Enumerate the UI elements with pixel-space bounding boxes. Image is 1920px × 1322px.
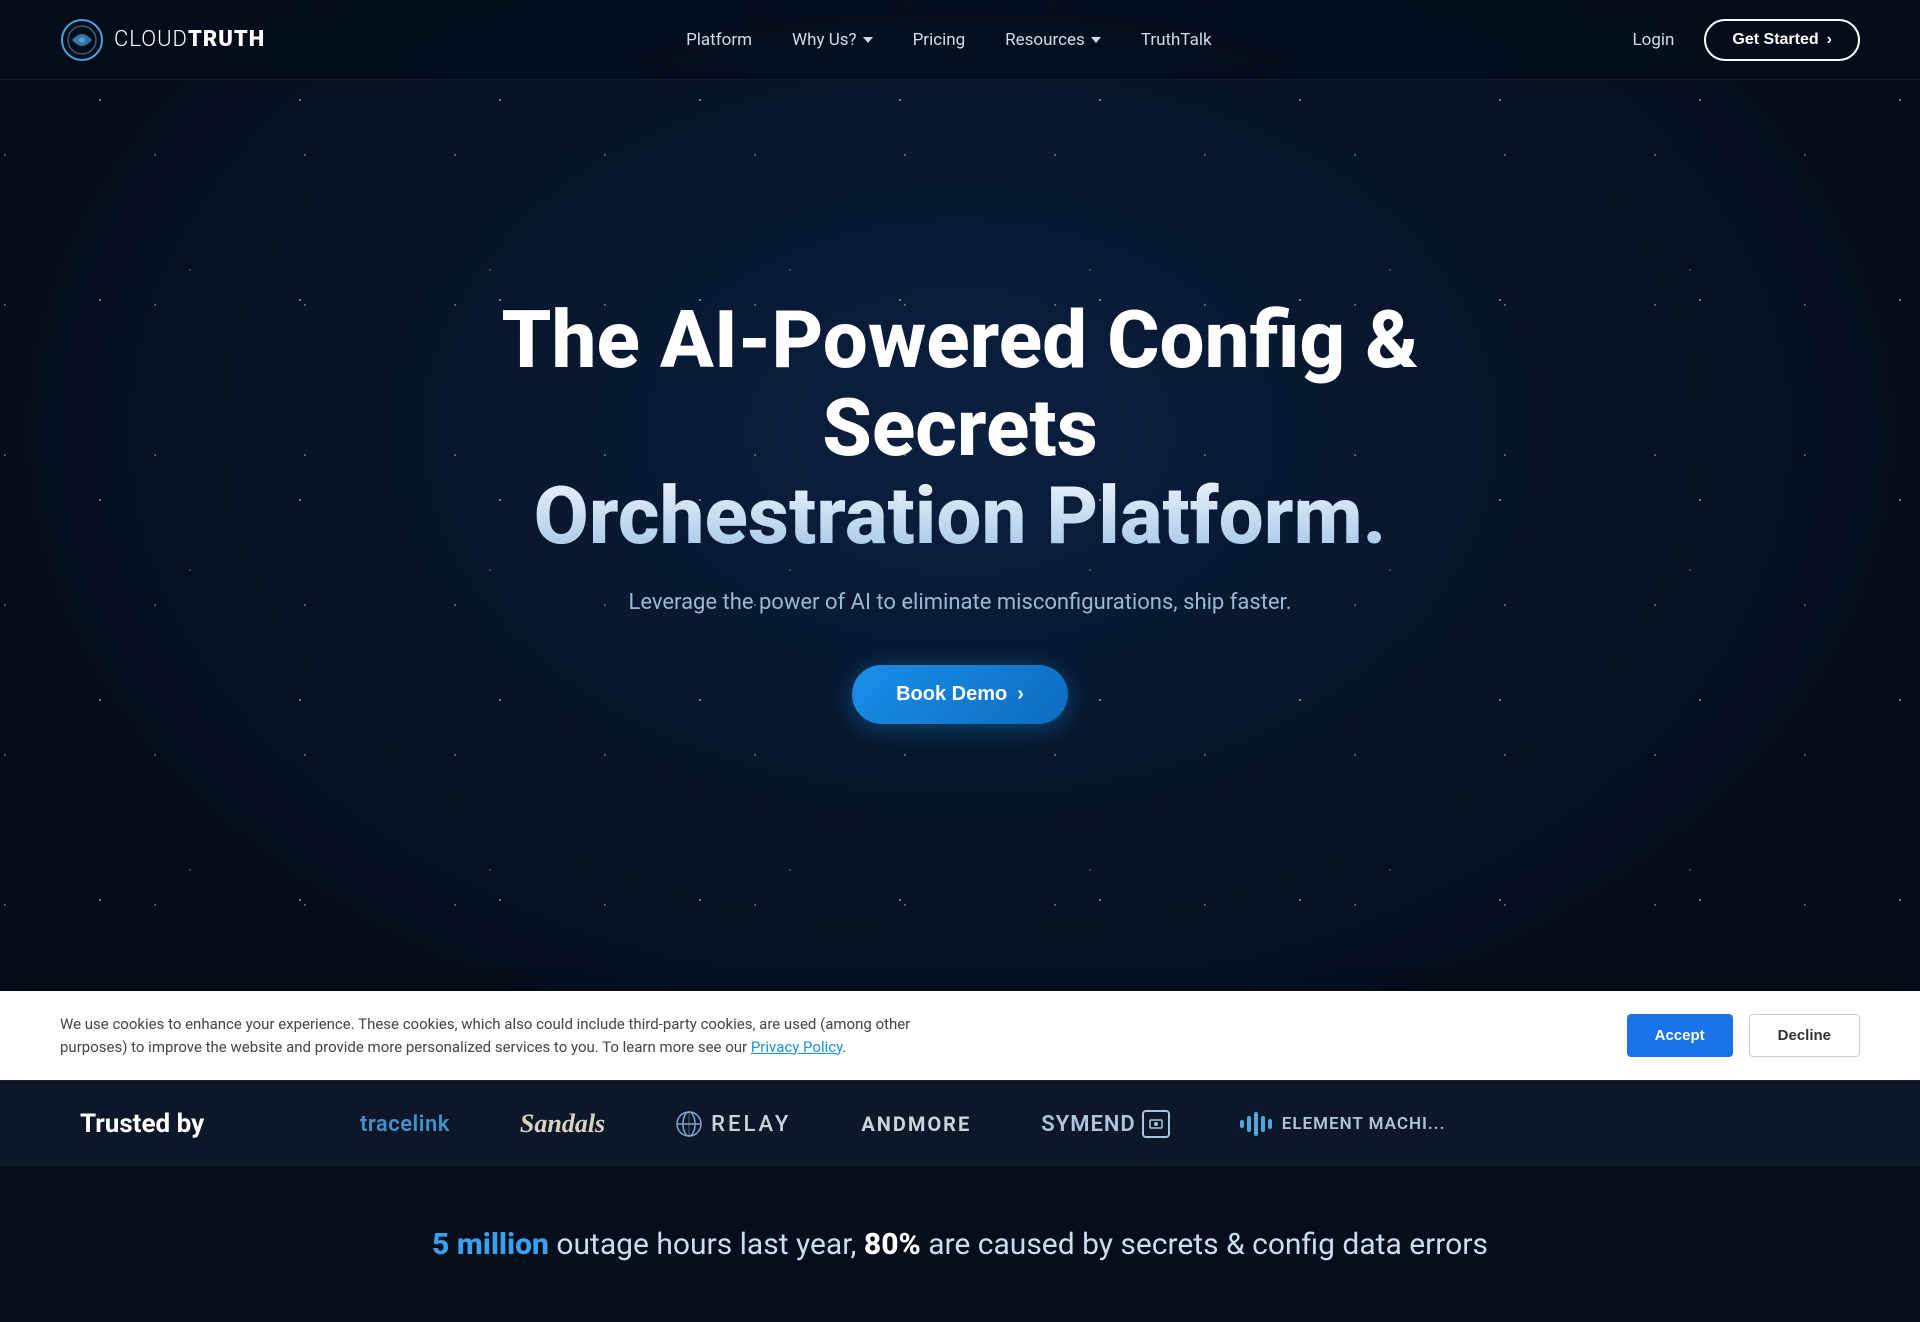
hero-section: The AI-Powered Config & Secrets Orchestr… (0, 0, 1920, 1080)
nav-pricing[interactable]: Pricing (913, 30, 966, 50)
hero-title: The AI-Powered Config & Secrets Orchestr… (410, 296, 1510, 560)
hero-subtitle: Leverage the power of AI to eliminate mi… (628, 590, 1291, 615)
cookie-banner: We use cookies to enhance your experienc… (0, 991, 1920, 1080)
chevron-down-icon (1091, 37, 1101, 43)
decline-cookie-button[interactable]: Decline (1749, 1014, 1860, 1057)
accept-cookie-button[interactable]: Accept (1627, 1014, 1733, 1057)
cloudtruth-logo-icon (60, 18, 104, 62)
privacy-policy-link[interactable]: Privacy Policy (751, 1038, 843, 1056)
navbar: CLOUDTRUTH Platform Why Us? Pricing Reso… (0, 0, 1920, 80)
stats-section: 5 million outage hours last year, 80% ar… (0, 1167, 1920, 1322)
nav-platform[interactable]: Platform (686, 30, 752, 50)
login-link[interactable]: Login (1632, 30, 1674, 50)
nav-links: Platform Why Us? Pricing Resources Truth… (686, 30, 1212, 50)
nav-right: Login Get Started › (1632, 19, 1860, 61)
stats-highlight-percent: 80% (864, 1227, 921, 1262)
symend-icon (1142, 1110, 1170, 1138)
element-bars-icon (1240, 1112, 1272, 1136)
logo-sandals: Sandals (520, 1109, 605, 1139)
arrow-icon: › (1017, 683, 1024, 706)
book-demo-button[interactable]: Book Demo › (852, 665, 1068, 724)
logo-symend: SYMEND (1041, 1110, 1170, 1138)
nav-truthtalk[interactable]: TruthTalk (1141, 30, 1212, 50)
logo-link[interactable]: CLOUDTRUTH (60, 18, 265, 62)
relay-globe-icon (675, 1110, 703, 1138)
get-started-button[interactable]: Get Started › (1704, 19, 1860, 61)
logo-tracelink: tracelink (360, 1112, 450, 1137)
logo-text: CLOUDTRUTH (114, 27, 265, 52)
cookie-buttons: Accept Decline (1627, 1014, 1860, 1057)
stats-text: 5 million outage hours last year, 80% ar… (80, 1227, 1840, 1262)
nav-resources[interactable]: Resources (1005, 30, 1101, 50)
nav-why-us[interactable]: Why Us? (792, 30, 873, 50)
logo-element-machine: ELEMENT MACHI... (1240, 1112, 1446, 1136)
stats-highlight-million: 5 million (432, 1227, 549, 1262)
trusted-by-label: Trusted by (80, 1109, 360, 1139)
arrow-icon: › (1827, 31, 1832, 49)
trusted-strip: Trusted by tracelink Sandals RELAY ANDMO… (0, 1080, 1920, 1167)
trusted-logos: tracelink Sandals RELAY ANDMORE SYMEND (360, 1109, 1840, 1139)
cookie-text: We use cookies to enhance your experienc… (60, 1013, 960, 1058)
logo-andmore: ANDMORE (861, 1112, 971, 1136)
chevron-down-icon (863, 37, 873, 43)
logo-relay: RELAY (675, 1110, 791, 1138)
